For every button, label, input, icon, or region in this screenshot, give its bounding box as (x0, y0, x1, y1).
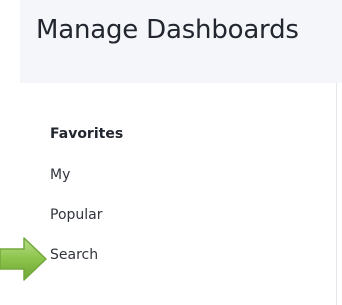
sidebar: Favorites My Popular Search (20, 83, 337, 305)
sidebar-item-popular[interactable]: Popular (50, 207, 103, 223)
page-title: Manage Dashboards (36, 15, 299, 45)
arrow-right-icon (0, 237, 47, 281)
sidebar-item-my[interactable]: My (50, 167, 70, 183)
sidebar-item-favorites[interactable]: Favorites (50, 126, 123, 142)
page-header: Manage Dashboards (20, 0, 342, 83)
sidebar-item-search[interactable]: Search (50, 247, 98, 263)
